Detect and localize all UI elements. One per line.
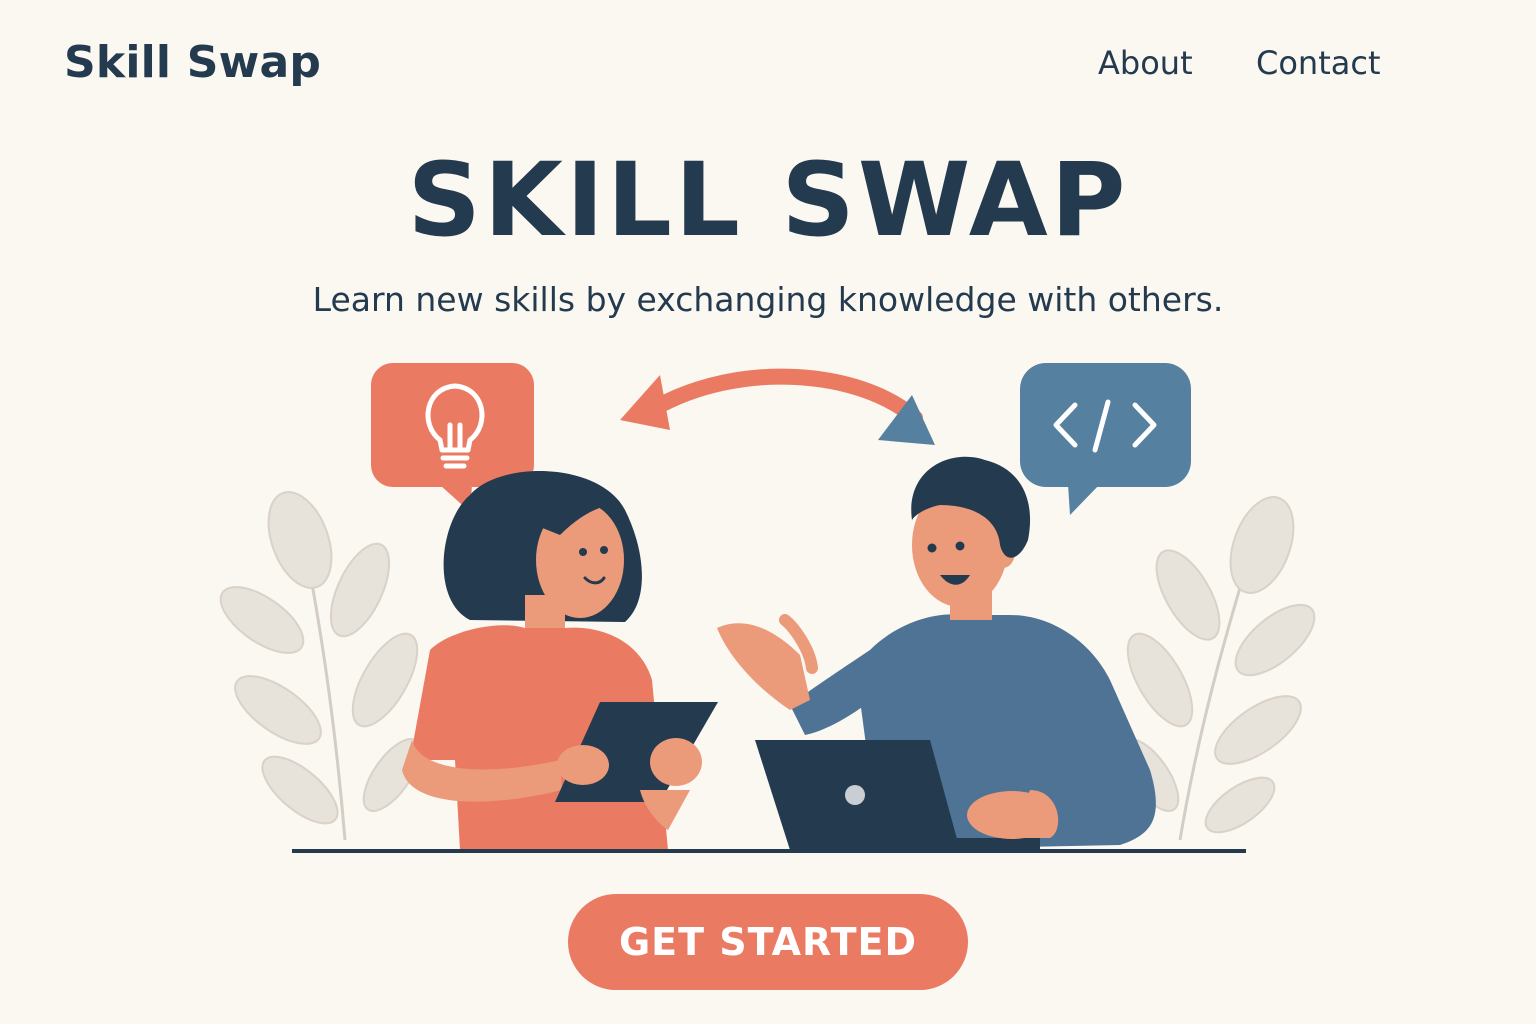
nav-link-about[interactable]: About [1098,42,1193,84]
woman-figure [402,471,718,850]
left-plant-decoration [219,491,422,841]
hero-subtitle: Learn new skills by exchanging knowledge… [312,280,1224,319]
get-started-button[interactable]: GET STARTED [568,894,968,990]
hero-title: SKILL SWAP [407,141,1129,260]
nav-link-contact[interactable]: Contact [1256,42,1381,84]
top-navigation: Skill Swap About Contact [0,0,1536,128]
code-speech-bubble [1020,363,1191,515]
brand-logo[interactable]: Skill Swap [64,36,321,90]
swap-arrow-icon [620,368,935,445]
man-figure [717,456,1156,850]
landing-page: Skill Swap About Contact SKILL SWAP Lear… [0,0,1536,1024]
